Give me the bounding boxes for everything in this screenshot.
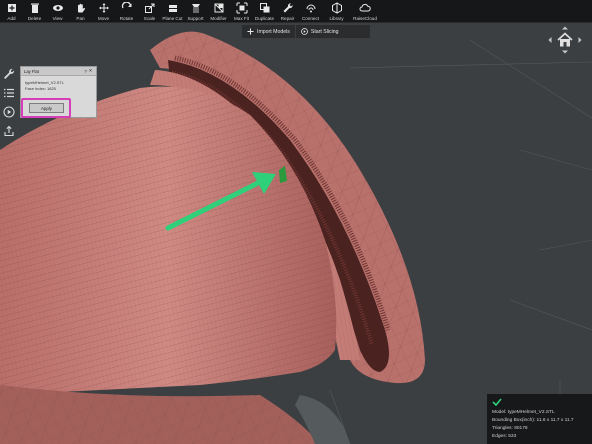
view-navigator[interactable] bbox=[548, 26, 582, 54]
support-icon bbox=[191, 4, 200, 13]
library-icon bbox=[331, 2, 342, 14]
move-icon bbox=[98, 3, 109, 13]
main-toolbar: Add Delete View Pan Move Rotate Scale Pl… bbox=[0, 0, 592, 23]
rotate-button[interactable]: Rotate bbox=[115, 0, 138, 23]
panel-title: Lay Flat bbox=[24, 68, 39, 74]
left-sidebar bbox=[3, 68, 17, 144]
arrow-right-icon bbox=[578, 37, 582, 43]
connect-button[interactable]: Connect bbox=[299, 0, 322, 23]
import-models-button[interactable]: Import Models bbox=[242, 25, 295, 38]
modifier-button[interactable]: Modifier bbox=[207, 0, 230, 23]
info-triangles: Triangles: 80178 bbox=[492, 426, 528, 431]
face-index: Face Index: 1825 bbox=[25, 86, 56, 91]
apply-button[interactable]: Apply bbox=[29, 103, 64, 113]
info-bounding-box: Bounding Box(inch): 11.6 x 11.7 x 11.7 bbox=[492, 418, 574, 423]
library-button[interactable]: Library bbox=[325, 0, 348, 23]
play-circle-icon bbox=[301, 28, 308, 35]
plus-icon bbox=[247, 28, 254, 35]
max-fit-icon bbox=[236, 2, 247, 14]
scale-icon bbox=[144, 3, 154, 13]
check-icon bbox=[492, 398, 502, 406]
hand-icon bbox=[77, 3, 85, 13]
wrench-icon[interactable] bbox=[3, 68, 15, 80]
add-icon bbox=[7, 4, 16, 12]
support-button[interactable]: Support bbox=[184, 0, 207, 23]
eye-icon bbox=[52, 5, 63, 11]
add-button[interactable]: Add bbox=[0, 0, 23, 23]
modifier-icon bbox=[214, 3, 223, 13]
duplicate-icon bbox=[259, 3, 269, 13]
rotate-icon bbox=[121, 2, 131, 9]
delete-icon bbox=[30, 3, 39, 13]
list-icon[interactable] bbox=[3, 87, 15, 99]
max-fit-button[interactable]: Max Fit bbox=[230, 0, 253, 23]
export-icon[interactable] bbox=[3, 125, 15, 137]
home-icon bbox=[557, 32, 573, 47]
action-bar: Import Models Start Slicing bbox=[242, 25, 370, 38]
connect-icon bbox=[306, 4, 315, 13]
move-button[interactable]: Move bbox=[92, 0, 115, 23]
start-slicing-button[interactable]: Start Slicing bbox=[294, 25, 344, 38]
cloud-icon bbox=[359, 3, 371, 12]
pan-button[interactable]: Pan bbox=[69, 0, 92, 23]
plane-cut-button[interactable]: Plane Cut bbox=[161, 0, 184, 23]
arrow-left-icon bbox=[548, 37, 552, 43]
raisecloud-button[interactable]: RaiseCloud bbox=[351, 0, 379, 23]
apply-highlight: Apply bbox=[21, 98, 71, 118]
play-circle-icon[interactable] bbox=[3, 106, 15, 118]
scale-button[interactable]: Scale bbox=[138, 0, 161, 23]
close-icon[interactable]: ✕ bbox=[88, 68, 93, 74]
repair-icon bbox=[283, 3, 293, 13]
model-info-box: Model: typeMHelmet_V2.STL Bounding Box(i… bbox=[487, 394, 592, 444]
arrow-down-icon bbox=[562, 50, 568, 54]
panel-header: Lay Flat ? ✕ bbox=[21, 67, 96, 76]
repair-button[interactable]: Repair bbox=[276, 0, 299, 23]
lay-flat-panel: Lay Flat ? ✕ typeMHelmet_V2.STL Face Ind… bbox=[20, 66, 97, 118]
duplicate-button[interactable]: Duplicate bbox=[253, 0, 276, 23]
plane-cut-icon bbox=[167, 5, 178, 12]
info-edges: Edges: 533 bbox=[492, 434, 517, 439]
info-model: Model: typeMHelmet_V2.STL bbox=[492, 410, 555, 415]
delete-button[interactable]: Delete bbox=[23, 0, 46, 23]
arrow-up-icon bbox=[562, 26, 568, 30]
view-button[interactable]: View bbox=[46, 0, 69, 23]
